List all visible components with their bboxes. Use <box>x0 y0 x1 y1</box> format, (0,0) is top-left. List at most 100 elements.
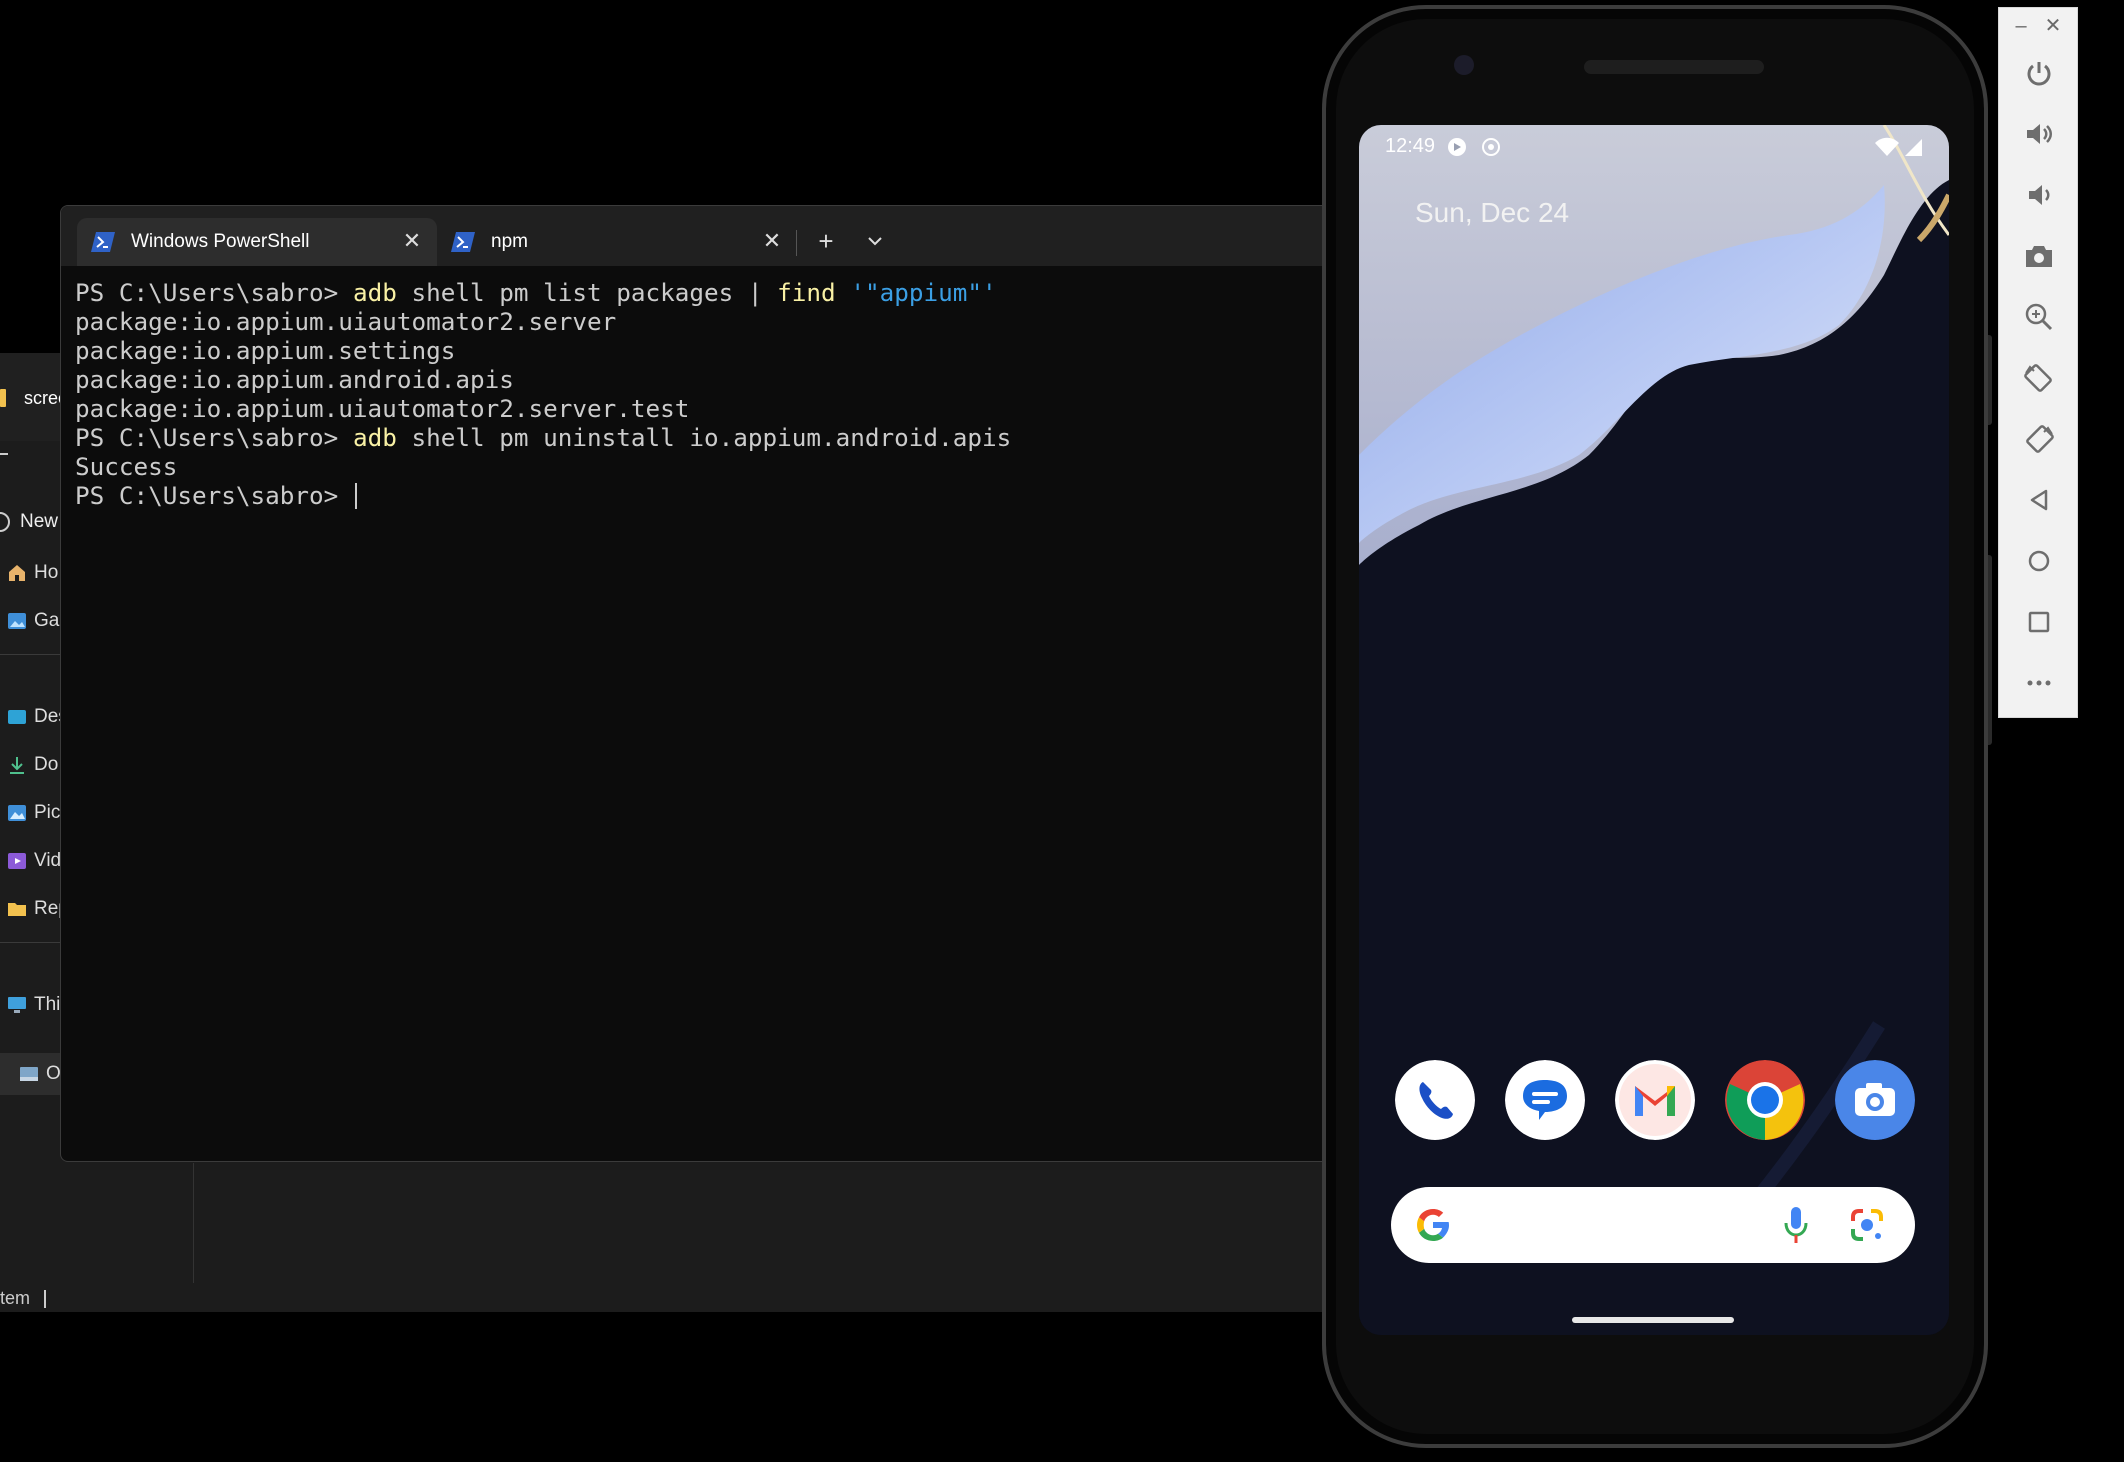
status-time: 12:49 <box>1385 135 1436 157</box>
pictures-icon <box>8 805 26 821</box>
google-lens-icon[interactable] <box>1847 1205 1887 1245</box>
command-token: adb <box>352 278 397 307</box>
nav-label: Gal <box>34 610 62 631</box>
string-token: '"appium"' <box>850 278 997 307</box>
nav-label: This <box>34 994 62 1015</box>
volume-up-icon[interactable] <box>2022 117 2056 151</box>
command-token: adb <box>352 423 397 452</box>
console-line: package:io.appium.settings <box>75 336 456 365</box>
command-token: find <box>777 278 836 307</box>
close-icon[interactable]: ✕ <box>761 230 783 252</box>
folder-icon <box>0 389 6 407</box>
chevron-down-icon <box>868 237 882 246</box>
nav-item-folder[interactable]: Rep <box>6 894 62 924</box>
screenshot-icon[interactable] <box>2022 239 2056 273</box>
console-line: PS C:\Users\sabro> adb shell pm uninstal… <box>75 423 1011 452</box>
wallpaper <box>1359 125 1949 1335</box>
console-line: PS C:\Users\sabro> <box>75 481 357 510</box>
console-line: package:io.appium.android.apis <box>75 365 514 394</box>
folder-icon <box>8 903 26 916</box>
prompt: PS C:\Users\sabro> <box>75 278 353 307</box>
nav-label: O <box>46 1063 61 1084</box>
minimize-icon[interactable] <box>0 453 8 455</box>
overview-icon[interactable] <box>2022 605 2056 639</box>
powershell-icon <box>451 232 475 252</box>
console-line: PS C:\Users\sabro> adb shell pm list pac… <box>75 278 997 307</box>
phone-app-icon[interactable] <box>1395 1060 1475 1140</box>
home-icon[interactable] <box>2022 544 2056 578</box>
nav-item-videos[interactable]: Vid <box>6 846 62 876</box>
downloads-icon <box>10 757 24 774</box>
console-line: Success <box>75 452 178 481</box>
this-pc-icon <box>8 997 26 1013</box>
tab-divider <box>796 230 797 256</box>
zoom-icon[interactable] <box>2022 300 2056 334</box>
console-line: package:io.appium.uiautomator2.server <box>75 307 617 336</box>
terminal-output[interactable]: PS C:\Users\sabro> adb shell pm list pac… <box>75 278 1011 510</box>
text-cursor <box>354 483 357 509</box>
cellular-signal-icon <box>1905 139 1922 156</box>
status-bar: 12:49 <box>1359 125 1949 169</box>
status-text: tem <box>0 1288 31 1308</box>
rotate-left-icon[interactable] <box>2022 361 2056 395</box>
new-button[interactable]: New <box>0 511 58 533</box>
command-args: shell pm list packages | <box>396 278 778 307</box>
nav-item-gallery[interactable]: Gal <box>6 606 62 636</box>
rotate-right-icon[interactable] <box>2022 422 2056 456</box>
tab-windows-powershell[interactable]: Windows PowerShell ✕ <box>77 218 437 266</box>
volume-down-icon[interactable] <box>2022 178 2056 212</box>
tab-npm[interactable]: npm ✕ <box>437 218 797 266</box>
more-icon[interactable] <box>2022 666 2056 700</box>
google-search-bar[interactable] <box>1391 1187 1915 1263</box>
earpiece <box>1584 60 1764 74</box>
chrome-app-icon[interactable] <box>1725 1060 1805 1140</box>
prompt: PS C:\Users\sabro> <box>75 481 353 510</box>
close-icon[interactable]: ✕ <box>401 230 423 252</box>
notification-face-icon <box>1482 138 1500 156</box>
gesture-navigation-bar[interactable] <box>1572 1317 1734 1323</box>
command-args <box>836 278 851 307</box>
nav-label: Pict <box>34 802 62 823</box>
front-camera <box>1454 55 1474 75</box>
nav-label: Ho <box>34 562 59 583</box>
tab-label: Windows PowerShell <box>131 231 310 252</box>
messages-app-icon[interactable] <box>1505 1060 1585 1140</box>
nav-divider <box>0 654 62 655</box>
power-icon[interactable] <box>2022 56 2056 90</box>
plus-circle-icon <box>0 512 10 532</box>
status-separator <box>44 1289 47 1308</box>
desktop-folder-icon <box>8 710 26 724</box>
new-tab-button[interactable]: + <box>807 222 845 260</box>
nav-label: Do <box>34 754 59 775</box>
tab-dropdown-button[interactable] <box>856 222 894 260</box>
gallery-icon <box>8 613 26 629</box>
nav-item-home[interactable]: Ho <box>6 558 62 588</box>
date-widget[interactable]: Sun, Dec 24 <box>1415 197 1569 229</box>
gmail-app-icon[interactable] <box>1615 1060 1695 1140</box>
emulator-toolbar: – ✕ <box>1998 7 2078 718</box>
prompt: PS C:\Users\sabro> <box>75 423 353 452</box>
nav-item-this-pc[interactable]: This <box>6 990 62 1020</box>
nav-item-os-drive[interactable]: O <box>0 1053 62 1095</box>
videos-icon <box>8 853 26 869</box>
minimize-button[interactable]: – <box>2009 14 2033 38</box>
tab-label: npm <box>491 231 528 252</box>
close-button[interactable]: ✕ <box>2041 14 2065 38</box>
nav-item-downloads[interactable]: Do <box>6 750 62 780</box>
microphone-icon[interactable] <box>1783 1205 1809 1245</box>
nav-divider <box>0 942 62 943</box>
phone-screen[interactable]: 12:49 Sun, Dec 24 <box>1359 125 1949 1335</box>
explorer-statusbar: tem <box>0 1288 47 1309</box>
explorer-tab[interactable]: scree <box>0 383 68 413</box>
back-icon[interactable] <box>2022 483 2056 517</box>
google-g-icon <box>1417 1209 1449 1241</box>
console-line: package:io.appium.uiautomator2.server.te… <box>75 394 690 423</box>
new-button-label: New <box>20 511 59 532</box>
powershell-icon <box>91 232 115 252</box>
pane-divider <box>193 1163 194 1283</box>
nav-label: Des <box>34 706 62 727</box>
nav-item-desktop[interactable]: Des <box>6 702 62 732</box>
sync-icon <box>1448 138 1466 156</box>
camera-app-icon[interactable] <box>1835 1060 1915 1140</box>
nav-item-pictures[interactable]: Pict <box>6 798 62 828</box>
